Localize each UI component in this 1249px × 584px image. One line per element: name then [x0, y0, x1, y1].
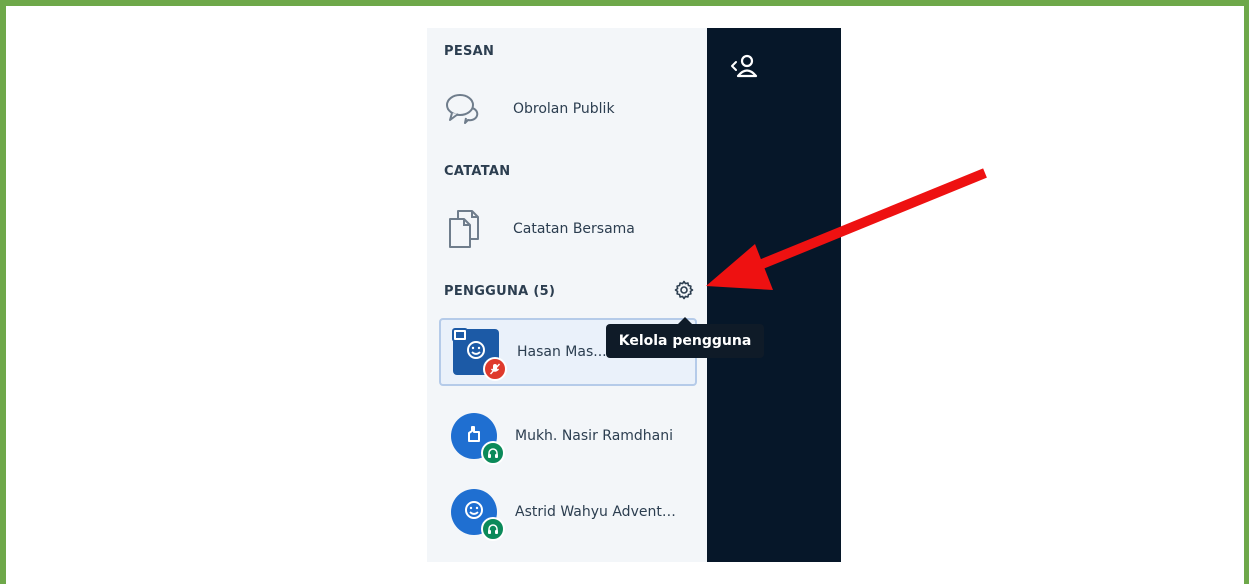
annotation-arrow	[706, 168, 987, 290]
